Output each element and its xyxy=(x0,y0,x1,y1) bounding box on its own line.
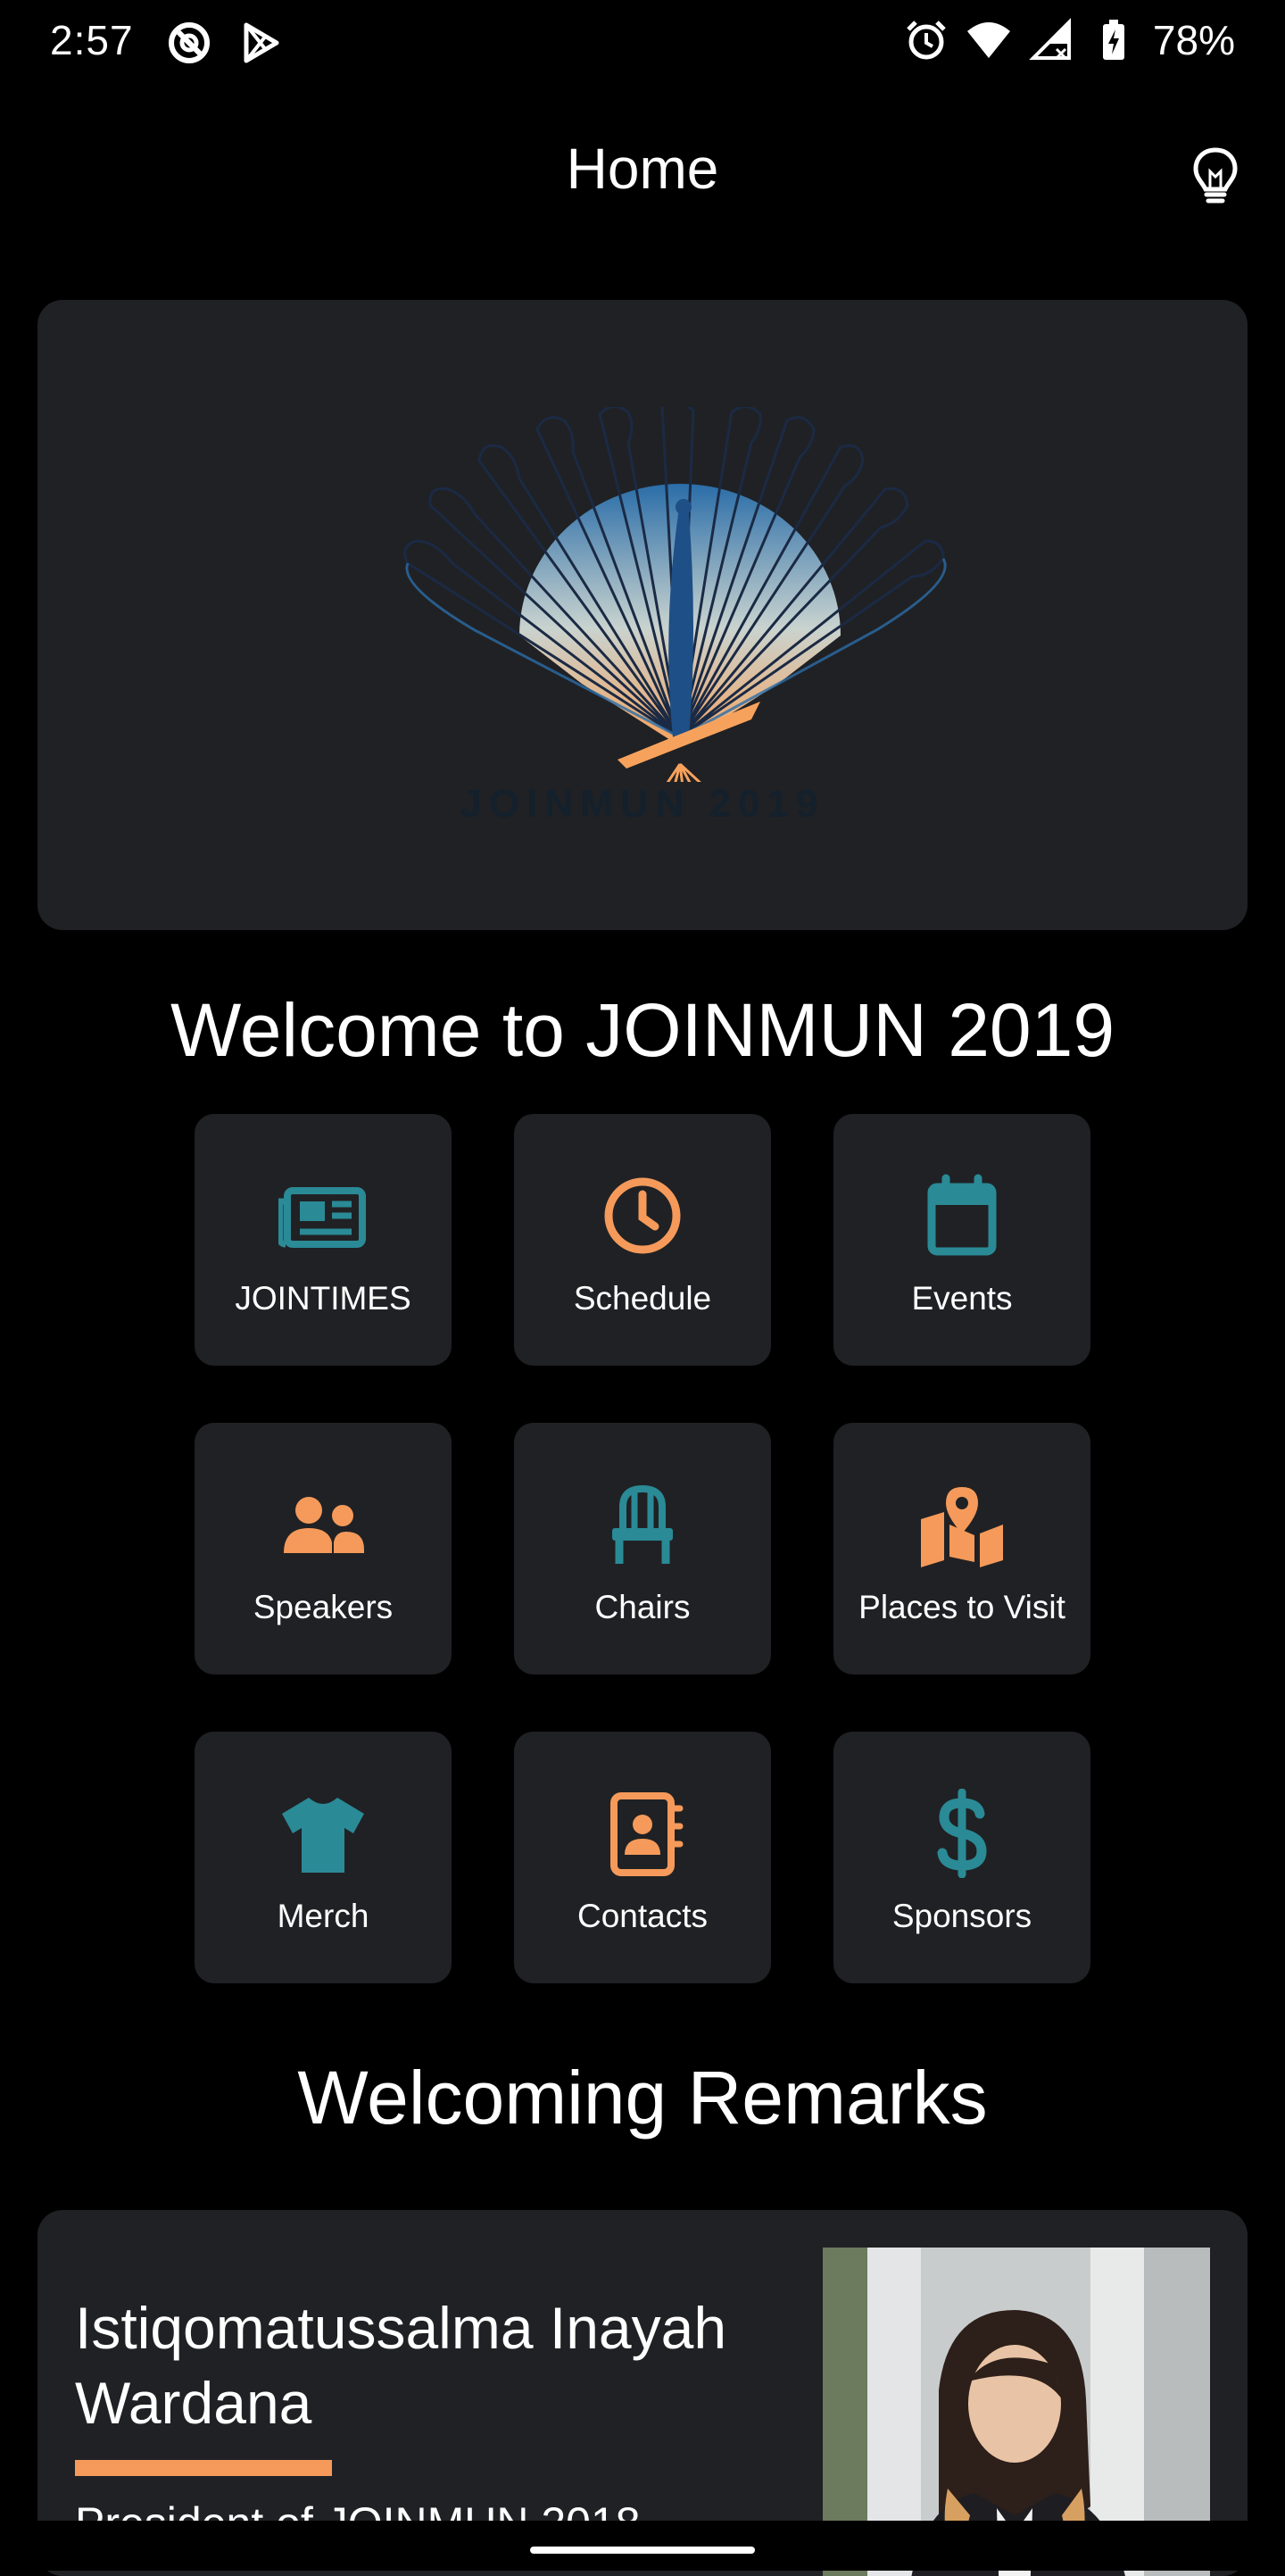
tile-label: Places to Visit xyxy=(858,1589,1065,1625)
tile-events[interactable]: Events xyxy=(833,1114,1090,1366)
tips-button[interactable] xyxy=(1183,141,1248,212)
map-pin-icon xyxy=(921,1487,1003,1567)
users-icon xyxy=(284,1497,364,1553)
joinmun-peacock-logo xyxy=(403,407,947,782)
tile-label: Sponsors xyxy=(891,1898,1032,1934)
status-right-icons: 78% xyxy=(903,16,1235,64)
lightbulb-icon xyxy=(1193,147,1238,204)
signal-icon xyxy=(1029,18,1071,60)
hero-logo-text: JOINMUN 2019 xyxy=(460,782,825,826)
status-bar: 2:57 78% xyxy=(0,0,1285,86)
hero-banner: JOINMUN 2019 xyxy=(37,300,1248,930)
page-title: Home xyxy=(566,137,719,201)
tile-label: Events xyxy=(911,1280,1013,1317)
remark-accent-bar xyxy=(75,2460,332,2476)
play-store-icon xyxy=(244,22,279,63)
tile-label: Chairs xyxy=(594,1589,691,1625)
alarm-icon xyxy=(907,21,946,60)
navigation-bar-area xyxy=(0,2521,1285,2571)
newspaper-icon xyxy=(278,1187,366,1248)
tile-speakers[interactable]: Speakers xyxy=(195,1423,452,1674)
do-not-disturb-icon xyxy=(169,22,210,63)
remark-speaker-name: Istiqomatussalma Inayah Wardana xyxy=(75,2295,727,2436)
wifi-icon xyxy=(966,22,1010,58)
remarks-heading: Welcoming Remarks xyxy=(297,2056,988,2140)
tile-contacts[interactable]: Contacts xyxy=(514,1732,771,1983)
tile-label: JOINTIMES xyxy=(235,1280,411,1317)
home-indicator[interactable] xyxy=(530,2547,755,2554)
feature-grid: JOINTIMES Schedule Events Speakers Chair… xyxy=(195,1114,1090,1983)
tile-label: Contacts xyxy=(576,1898,708,1934)
tile-label: Merch xyxy=(277,1898,369,1934)
tile-schedule[interactable]: Schedule xyxy=(514,1114,771,1366)
status-left-icons xyxy=(166,20,284,66)
tile-label: Schedule xyxy=(573,1280,712,1317)
tile-merch[interactable]: Merch xyxy=(195,1732,452,1983)
app-header: Home xyxy=(0,116,1285,223)
tshirt-icon xyxy=(282,1798,364,1873)
tile-jointimes[interactable]: JOINTIMES xyxy=(195,1114,452,1366)
status-time: 2:57 xyxy=(50,17,134,63)
welcome-heading: Welcome to JOINMUN 2019 xyxy=(170,988,1115,1072)
calendar-icon xyxy=(927,1174,997,1256)
tile-places-to-visit[interactable]: Places to Visit xyxy=(833,1423,1090,1674)
tile-label: Speakers xyxy=(253,1589,394,1625)
clock-icon xyxy=(604,1177,681,1254)
tile-sponsors[interactable]: Sponsors xyxy=(833,1732,1090,1983)
tile-chairs[interactable]: Chairs xyxy=(514,1423,771,1674)
dollar-icon xyxy=(937,1789,987,1878)
battery-charging-icon xyxy=(1102,20,1124,60)
address-book-icon xyxy=(610,1792,684,1876)
battery-percentage: 78% xyxy=(1152,17,1235,63)
chair-icon xyxy=(612,1484,673,1564)
